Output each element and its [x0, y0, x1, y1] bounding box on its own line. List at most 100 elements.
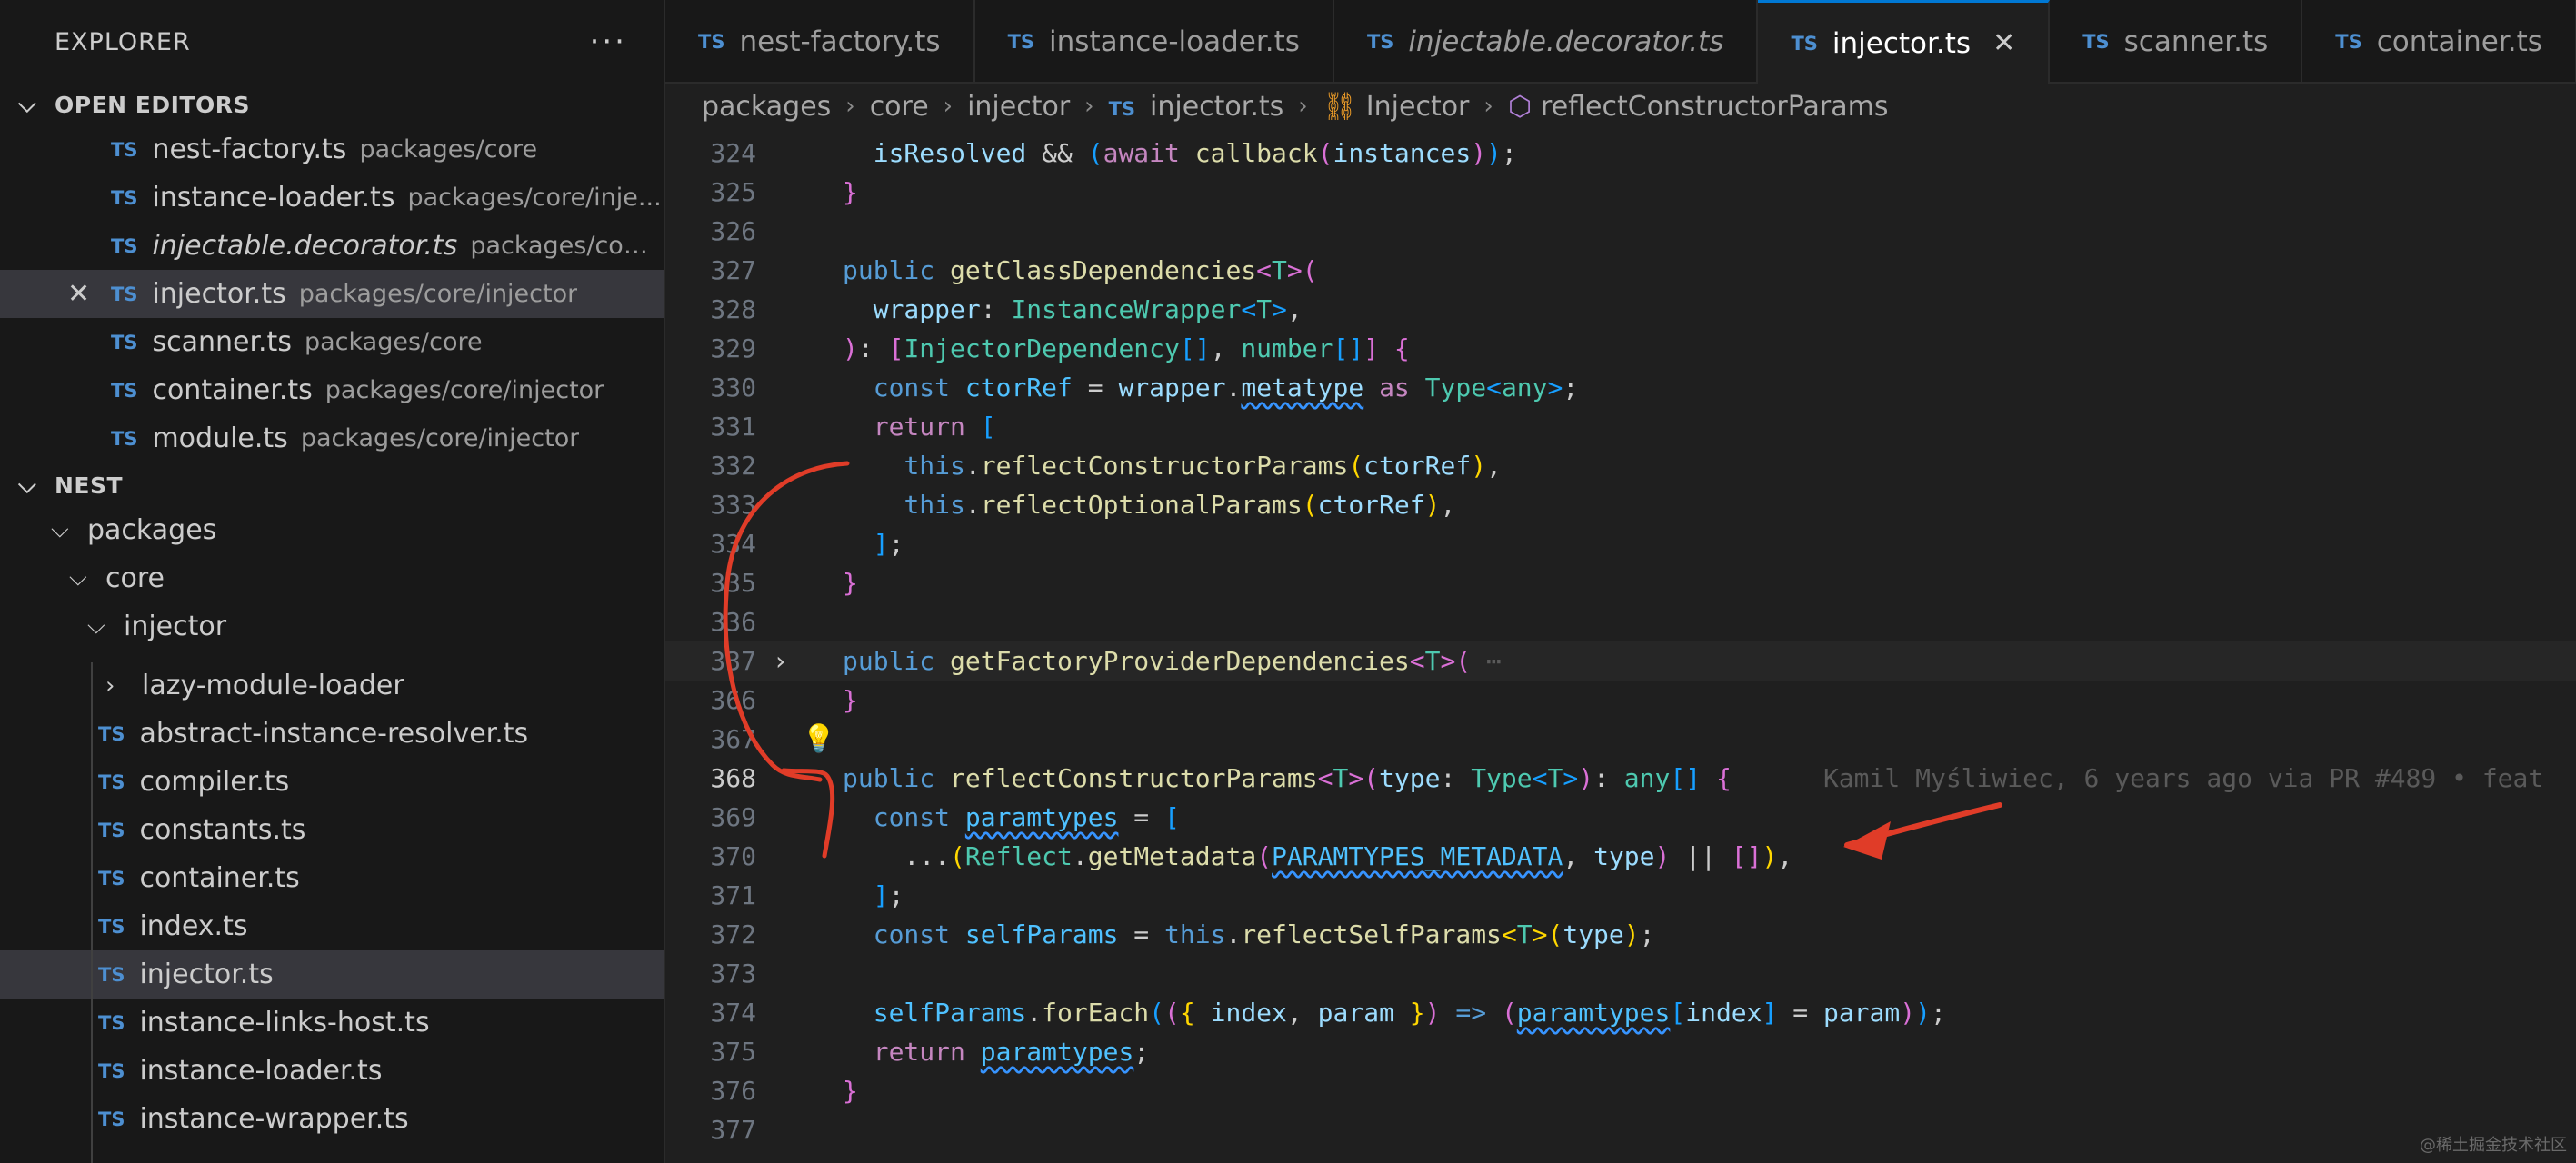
explorer-header: EXPLORER ··· [0, 0, 664, 84]
line-number: 328 [710, 294, 756, 324]
chevron-right-icon: › [105, 671, 115, 700]
code-line: 330 const ctorRef = wrapper.metatype as … [665, 368, 2576, 407]
close-icon[interactable]: ✕ [1992, 27, 2015, 59]
chevron-down-icon: ⌵ [18, 471, 37, 499]
open-editor-name: module.ts [152, 422, 288, 454]
code-text: ): [InjectorDependency[], number[]] { [843, 333, 1410, 363]
code-text: } [843, 568, 858, 598]
tab-label: injectable.decorator.ts [1408, 25, 1724, 58]
tree-file-item[interactable]: TS injector.ts [0, 950, 664, 999]
editor-group: TS nest-factory.ts TS instance-loader.ts TS i… [665, 0, 2576, 1163]
tab-injector-ts[interactable]: TS injector.ts ✕ [1758, 0, 2051, 84]
tree-file-item[interactable]: TS constants.ts [0, 806, 664, 854]
code-line: 372 const selfParams = this.reflectSelfP… [665, 915, 2576, 954]
workspace-section[interactable]: ⌵ NEST [0, 464, 664, 506]
more-actions-icon[interactable]: ··· [590, 24, 627, 60]
code-text: return paramtypes; [873, 1037, 1150, 1067]
typescript-file-icon: TS [98, 770, 125, 793]
open-editor-item[interactable]: TS module.ts packages/core/injector [0, 414, 664, 462]
code-editor[interactable]: 324 isResolved && (await callback(instan… [665, 129, 2576, 1163]
open-editor-item[interactable]: TS instance-loader.ts packages/core/inje..… [0, 174, 664, 222]
typescript-file-icon: TS [98, 1011, 125, 1034]
close-icon[interactable]: ✕ [67, 278, 90, 310]
code-line: 370 ...(Reflect.getMetadata(PARAMTYPES_M… [665, 837, 2576, 876]
line-number: 332 [710, 451, 756, 481]
code-text: const paramtypes = [ [873, 802, 1180, 832]
breadcrumb-item[interactable]: injector [967, 91, 1070, 123]
tree-file-item[interactable]: TS instance-loader.ts [0, 1047, 664, 1095]
tree-file-item[interactable]: TS abstract-instance-resolver.ts [0, 710, 664, 758]
tab-bar: TS nest-factory.ts TS instance-loader.ts TS i… [665, 0, 2576, 84]
code-line: 376} [665, 1071, 2576, 1110]
open-editor-path: packages/core/injector [300, 424, 580, 452]
code-line: 331 return [ [665, 407, 2576, 446]
tab-scanner-ts[interactable]: TS scanner.ts [2050, 0, 2303, 84]
breadcrumb-item[interactable]: ⛓ Injector [1323, 91, 1470, 123]
breadcrumb-item[interactable]: ⬡ reflectConstructorParams [1508, 91, 1889, 123]
breadcrumb: packages › core › injector › TS injector.ts › ⛓ In… [665, 84, 2576, 129]
tree-file-label: abstract-instance-resolver.ts [139, 718, 529, 750]
tab-label: container.ts [2376, 25, 2542, 58]
tab-instance-loader-ts[interactable]: TS instance-loader.ts [975, 0, 1334, 84]
code-text: wrapper: InstanceWrapper<T>, [873, 294, 1303, 324]
tab-injectable-decorator-ts[interactable]: TS injectable.decorator.ts [1334, 0, 1759, 84]
code-line: 371 ]; [665, 876, 2576, 915]
tree-file-item[interactable]: TS container.ts [0, 854, 664, 902]
typescript-file-icon: TS [1366, 31, 1394, 53]
typescript-file-icon: TS [111, 427, 138, 450]
open-editor-item[interactable]: ✕ TS injector.ts packages/core/injector [0, 270, 664, 318]
line-number: 331 [710, 412, 756, 442]
tree-file-label: container.ts [139, 862, 300, 894]
code-line: 336 [665, 602, 2576, 641]
typescript-file-icon: TS [98, 722, 125, 745]
typescript-file-icon: TS [98, 867, 125, 890]
code-line: 374 selfParams.forEach(({ index, param }… [665, 993, 2576, 1032]
open-editor-path: packages/core/injector [298, 280, 578, 308]
code-line: 368 public reflectConstructorParams<T>(ty… [665, 759, 2576, 798]
open-editor-item[interactable]: TS container.ts packages/core/injector [0, 366, 664, 414]
breadcrumb-item[interactable]: core [870, 91, 929, 123]
code-text: this.reflectConstructorParams(ctorRef), [904, 451, 1502, 481]
folder-label: injector [124, 611, 227, 642]
code-text: ]; [873, 529, 904, 559]
code-text: selfParams.forEach(({ index, param }) =>… [873, 998, 1946, 1028]
chevron-right-icon: › [943, 93, 954, 120]
code-line: 375 return paramtypes; [665, 1032, 2576, 1071]
tab-label: injector.ts [1832, 26, 1972, 60]
method-symbol-icon: ⬡ [1507, 90, 1533, 123]
chevron-right-icon[interactable]: › [773, 646, 788, 676]
open-editor-name: instance-loader.ts [152, 182, 395, 214]
typescript-file-icon: TS [2082, 31, 2110, 53]
folder-label: lazy-module-loader [142, 670, 404, 701]
line-number: 366 [710, 685, 756, 715]
open-editor-item[interactable]: TS nest-factory.ts packages/core [0, 125, 664, 174]
folder-lazy-module-loader[interactable]: › lazy-module-loader [0, 661, 664, 710]
chevron-down-icon: ⌵ [51, 516, 69, 543]
tab-nest-factory-ts[interactable]: TS nest-factory.ts [665, 0, 975, 84]
code-line: 333 this.reflectOptionalParams(ctorRef), [665, 485, 2576, 524]
chevron-right-icon: › [1084, 93, 1094, 120]
tree-file-item[interactable]: TS compiler.ts [0, 758, 664, 806]
folder-packages[interactable]: ⌵ packages [0, 506, 664, 554]
workspace-label: NEST [55, 472, 124, 499]
folder-core[interactable]: ⌵ core [0, 554, 664, 602]
tree-file-label: instance-wrapper.ts [139, 1103, 409, 1135]
code-line: 369 const paramtypes = [ [665, 798, 2576, 837]
tree-file-item[interactable]: TS instance-links-host.ts [0, 999, 664, 1047]
line-number: 376 [710, 1076, 756, 1106]
open-editor-item[interactable]: TS scanner.ts packages/core [0, 318, 664, 366]
open-editor-item[interactable]: TS injectable.decorator.ts packages/com... [0, 222, 664, 270]
typescript-file-icon: TS [98, 1108, 125, 1130]
breadcrumb-item[interactable]: packages [702, 91, 831, 123]
code-text: ]; [873, 880, 904, 910]
tree-file-item[interactable]: TS index.ts [0, 902, 664, 950]
open-editors-section[interactable]: ⌵ OPEN EDITORS [0, 84, 664, 125]
typescript-file-icon: TS [98, 819, 125, 841]
tab-container-ts[interactable]: TS container.ts [2302, 0, 2576, 84]
folder-injector[interactable]: ⌵ injector [0, 602, 664, 651]
breadcrumb-item[interactable]: TS injector.ts [1109, 91, 1284, 123]
lightbulb-icon[interactable]: 💡 [802, 723, 835, 755]
tree-file-item[interactable]: TS instance-wrapper.ts [0, 1095, 664, 1143]
line-number: 372 [710, 919, 756, 949]
typescript-file-icon: TS [111, 234, 138, 257]
